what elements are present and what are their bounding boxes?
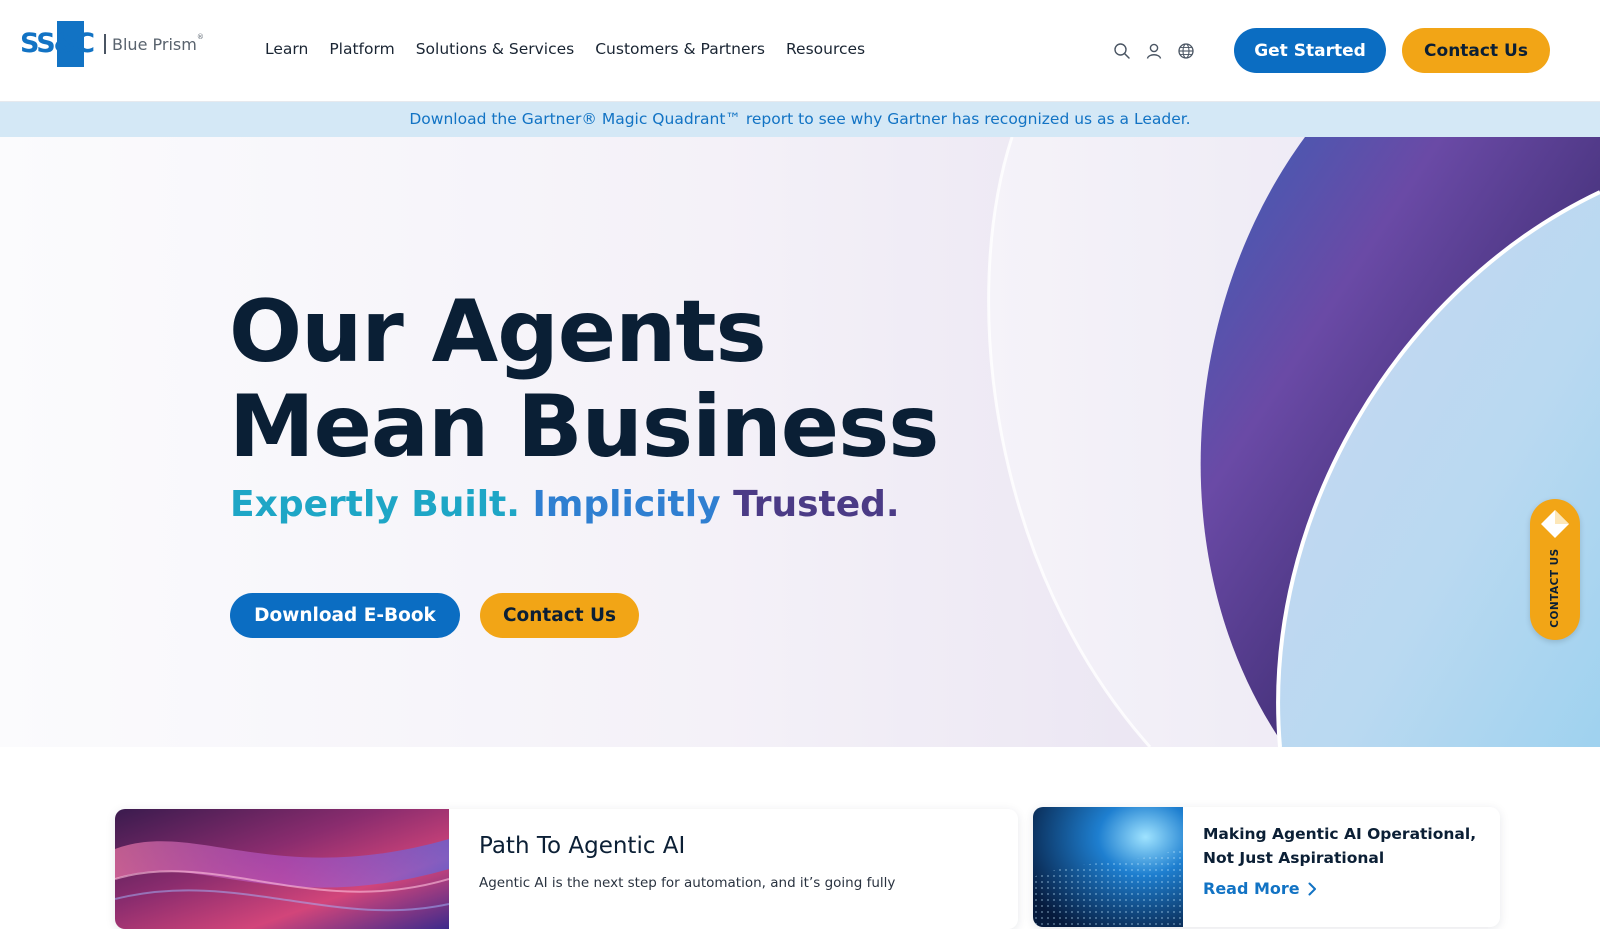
card-digital-particles-image — [1033, 807, 1183, 927]
logo-brand: Blue Prism® — [112, 32, 204, 54]
card-title: Path To Agentic AI — [479, 833, 686, 859]
utility-icons — [1113, 42, 1195, 60]
path-to-agentic-ai-card[interactable]: Path To Agentic AI Agentic AI is the nex… — [115, 809, 1018, 929]
card-abstract-waves-image — [115, 809, 449, 929]
tagline-implicitly: Implicitly — [532, 484, 721, 525]
logo-mark-text: SS&C — [20, 28, 95, 59]
card-title: Making Agentic AI Operational, Not Just … — [1203, 825, 1477, 867]
hero-heading-line2: Mean Business — [229, 377, 939, 477]
tagline-expertly-built: Expertly Built. — [230, 484, 520, 525]
get-started-button[interactable]: Get Started — [1234, 28, 1386, 73]
nav-resources[interactable]: Resources — [786, 40, 865, 58]
diamond-logo-icon — [1541, 510, 1569, 538]
card-description: Agentic AI is the next step for automati… — [479, 875, 896, 891]
ssc-logo-mark: SS&C — [20, 21, 100, 67]
announcement-banner: Download the Gartner® Magic Quadrant™ re… — [0, 101, 1600, 137]
globe-icon[interactable] — [1177, 42, 1195, 60]
site-header: SS&C Blue Prism® Learn Platform Solution… — [0, 0, 1600, 101]
logo-divider — [104, 34, 106, 54]
chevron-right-icon — [1308, 882, 1316, 895]
tagline-trusted: Trusted. — [733, 484, 900, 525]
nav-learn[interactable]: Learn — [265, 40, 308, 58]
nav-customers-partners[interactable]: Customers & Partners — [595, 40, 765, 58]
gartner-report-link[interactable]: Download the Gartner® Magic Quadrant™ re… — [409, 110, 1190, 128]
user-icon[interactable] — [1145, 42, 1163, 60]
download-ebook-button[interactable]: Download E-Book — [230, 593, 460, 638]
hero-heading-line1: Our Agents — [229, 282, 767, 382]
logo[interactable]: SS&C Blue Prism® — [20, 21, 204, 67]
agentic-ai-operational-card[interactable]: Making Agentic AI Operational, Not Just … — [1033, 807, 1500, 927]
search-icon[interactable] — [1113, 42, 1131, 60]
read-more-link[interactable]: Read More — [1203, 879, 1317, 898]
hero-heading: Our Agents Mean Business — [229, 282, 939, 477]
main-nav: Learn Platform Solutions & Services Cust… — [265, 40, 886, 58]
nav-solutions-services[interactable]: Solutions & Services — [416, 40, 575, 58]
nav-platform[interactable]: Platform — [329, 40, 394, 58]
side-contact-label: CONTACT US — [1549, 548, 1561, 628]
contact-us-button[interactable]: Contact Us — [1402, 28, 1550, 73]
side-contact-tab[interactable]: CONTACT US — [1530, 499, 1580, 640]
hero-contact-us-button[interactable]: Contact Us — [480, 593, 639, 638]
hero-section: Our Agents Mean Business Expertly Built.… — [0, 137, 1600, 747]
read-more-label: Read More — [1203, 879, 1300, 898]
hero-tagline: Expertly Built. Implicitly Trusted. — [230, 484, 900, 525]
